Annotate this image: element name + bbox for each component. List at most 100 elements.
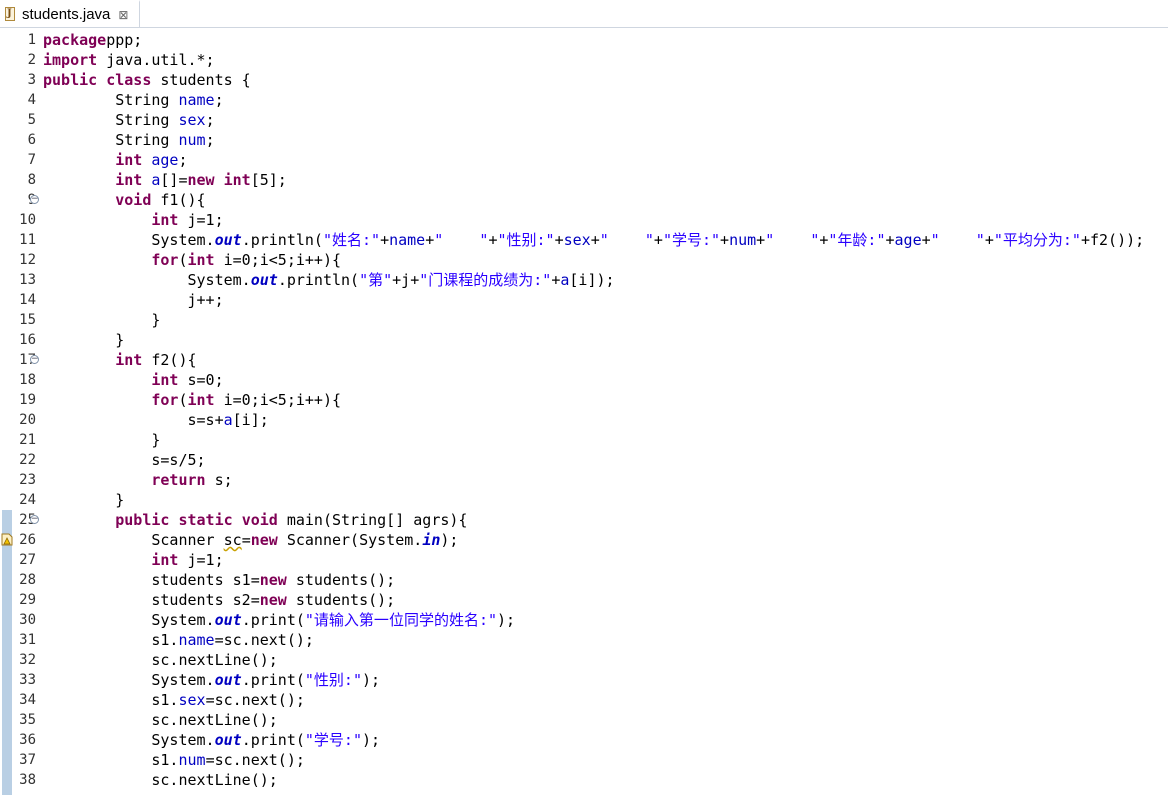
code-token: name	[178, 631, 215, 649]
code-line[interactable]: 6 String num;	[0, 130, 1168, 150]
code-line[interactable]: 7 int age;	[0, 150, 1168, 170]
line-number: 36	[19, 732, 36, 748]
code-token: sc.nextLine();	[43, 651, 278, 669]
code-line[interactable]: 4 String name;	[0, 90, 1168, 110]
code-line[interactable]: 11 System.out.println("姓名:"+name+" "+"性别…	[0, 230, 1168, 250]
code-line[interactable]: 16 }	[0, 330, 1168, 350]
code-line[interactable]: 27 int j=1;	[0, 550, 1168, 570]
code-line[interactable]: 37 s1.num=sc.next();	[0, 750, 1168, 770]
code-token: students();	[286, 591, 396, 609]
code-token: +	[921, 231, 931, 249]
code-token: }	[43, 431, 161, 449]
code-line[interactable]: 32 sc.nextLine();	[0, 650, 1168, 670]
code-area[interactable]: 1 packageppp; 2 import java.util.*; 3 public …	[0, 30, 1168, 790]
code-editor: J students.java ⊠ 1 packageppp; 2 import ja…	[0, 0, 1168, 795]
code-token: );	[497, 611, 516, 629]
code-text: int s=0;	[43, 370, 223, 390]
code-line[interactable]: 18 int s=0;	[0, 370, 1168, 390]
fold-toggle-icon[interactable]: −	[30, 515, 39, 524]
code-line[interactable]: 36 System.out.print("学号:");	[0, 730, 1168, 750]
close-icon[interactable]: ⊠	[118, 8, 128, 22]
warning-icon[interactable]	[1, 533, 13, 546]
line-number: 6	[27, 132, 36, 148]
code-token: =sc.next();	[205, 751, 305, 769]
code-text: void f1(){	[43, 190, 206, 210]
code-token: f1(){	[151, 191, 206, 209]
code-line[interactable]: 13 System.out.println("第"+j+"门课程的成绩为:"+a…	[0, 270, 1168, 290]
code-text: String name;	[43, 90, 224, 110]
line-number: 10	[19, 212, 36, 228]
code-line[interactable]: 35 sc.nextLine();	[0, 710, 1168, 730]
code-token: [i]);	[569, 271, 615, 289]
code-line[interactable]: 21 }	[0, 430, 1168, 450]
code-token: int	[223, 171, 251, 189]
code-text: public class students {	[43, 70, 251, 90]
code-text: for(int i=0;i<5;i++){	[43, 250, 341, 270]
code-token: new	[259, 571, 287, 589]
code-token: .println(	[277, 271, 360, 289]
code-line[interactable]: 28 students s1=new students();	[0, 570, 1168, 590]
code-token: " "	[765, 231, 820, 249]
code-token: =sc.next();	[214, 631, 314, 649]
code-line[interactable]: 3 public class students {	[0, 70, 1168, 90]
code-line[interactable]: 1 packageppp;	[0, 30, 1168, 50]
line-number: 15	[19, 312, 36, 328]
code-token: int	[115, 351, 143, 369]
code-line[interactable]: 8 int a[]=new int[5];	[0, 170, 1168, 190]
line-number: 7	[27, 152, 36, 168]
code-token: students {	[151, 71, 251, 89]
code-line[interactable]: 31 s1.name=sc.next();	[0, 630, 1168, 650]
code-line[interactable]: 20 s=s+a[i];	[0, 410, 1168, 430]
code-token: java.util.*;	[97, 51, 215, 69]
code-text: String num;	[43, 130, 214, 150]
code-token: out	[214, 731, 242, 749]
code-token: "学号:"	[662, 231, 721, 249]
code-line[interactable]: 38 sc.nextLine();	[0, 770, 1168, 790]
code-token: +	[380, 231, 390, 249]
code-line[interactable]: 9− void f1(){	[0, 190, 1168, 210]
code-line[interactable]: 2 import java.util.*;	[0, 50, 1168, 70]
fold-toggle-icon[interactable]: −	[30, 195, 39, 204]
code-line[interactable]: 22 s=s/5;	[0, 450, 1168, 470]
code-token: a	[223, 411, 233, 429]
fold-toggle-icon[interactable]: −	[30, 355, 39, 364]
code-token: num	[178, 751, 206, 769]
code-line[interactable]: 25− public static void main(String[] agr…	[0, 510, 1168, 530]
code-token: static	[178, 511, 233, 529]
code-line[interactable]: 5 String sex;	[0, 110, 1168, 130]
line-number: 28	[19, 572, 36, 588]
code-token: Scanner	[43, 531, 224, 549]
code-token: System.	[43, 611, 215, 629]
code-line[interactable]: 33 System.out.print("性别:");	[0, 670, 1168, 690]
code-line[interactable]: 14 j++;	[0, 290, 1168, 310]
code-token: main(String[] agrs){	[277, 511, 468, 529]
code-token: public	[43, 71, 98, 89]
code-line[interactable]: 29 students s2=new students();	[0, 590, 1168, 610]
code-line[interactable]: 30 System.out.print("请输入第一位同学的姓名:");	[0, 610, 1168, 630]
code-line[interactable]: 12 for(int i=0;i<5;i++){	[0, 250, 1168, 270]
line-number: 3	[27, 72, 36, 88]
code-token: void	[241, 511, 278, 529]
code-line[interactable]: 26 Scanner sc=new Scanner(System.in);	[0, 530, 1168, 550]
code-line[interactable]: 17− int f2(){	[0, 350, 1168, 370]
code-token: ;	[214, 91, 224, 109]
java-file-icon: J	[4, 7, 17, 22]
code-line[interactable]: 34 s1.sex=sc.next();	[0, 690, 1168, 710]
editor-tab-bar: J students.java ⊠	[0, 0, 1168, 28]
code-token: i=0;i<5;i++){	[214, 391, 342, 409]
code-line[interactable]: 23 return s;	[0, 470, 1168, 490]
code-line[interactable]: 19 for(int i=0;i<5;i++){	[0, 390, 1168, 410]
code-line[interactable]: 15 }	[0, 310, 1168, 330]
code-line[interactable]: 24 }	[0, 490, 1168, 510]
code-line[interactable]: 10 int j=1;	[0, 210, 1168, 230]
code-token: );	[362, 731, 381, 749]
code-token: +	[554, 231, 564, 249]
editor-tab-students-java[interactable]: J students.java ⊠	[0, 0, 140, 27]
code-text: int age;	[43, 150, 187, 170]
